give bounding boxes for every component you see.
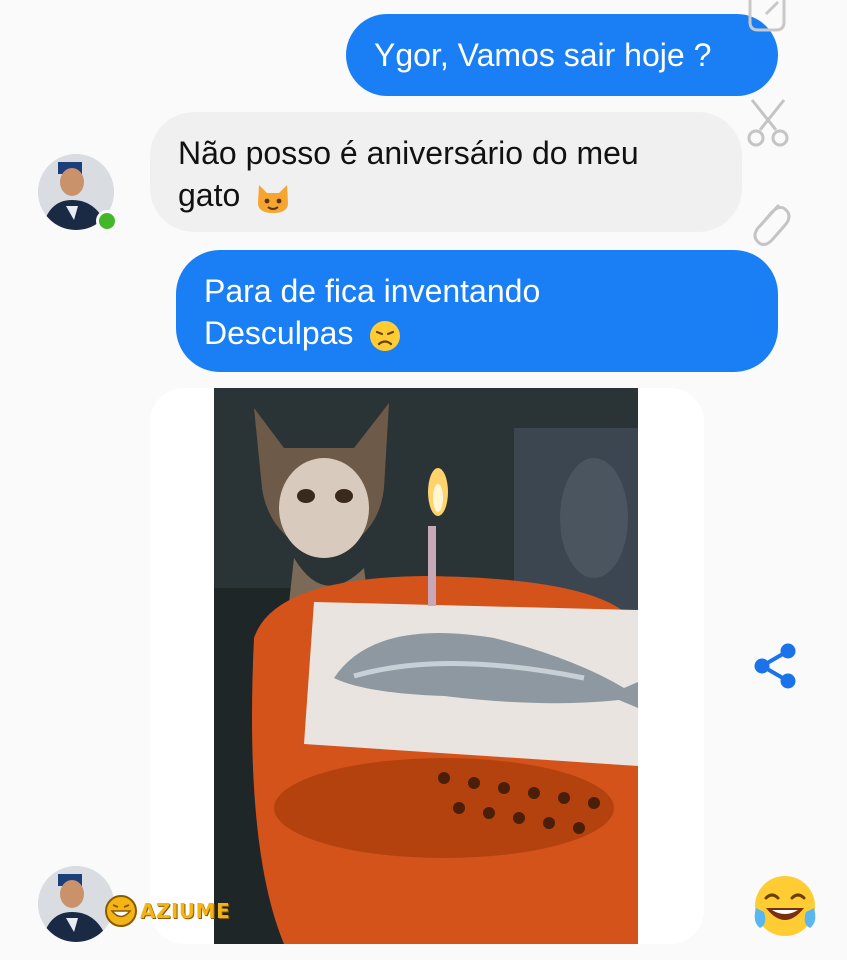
message-text-line-2: Desculpas: [204, 315, 354, 351]
edit-icon[interactable]: [744, 0, 790, 34]
outgoing-message-bubble[interactable]: Para de fica inventando Desculpas: [176, 250, 778, 372]
paperclip-icon[interactable]: [746, 198, 792, 252]
cat-birthday-photo: [214, 388, 638, 944]
message-text-line-2: gato: [178, 177, 241, 213]
message-text-line-1: Não posso é aniversário do meu: [178, 135, 639, 171]
share-icon[interactable]: [752, 642, 798, 690]
grinning-logo-icon: [105, 895, 137, 927]
incoming-message-bubble[interactable]: Não posso é aniversário do meu gato: [150, 112, 742, 232]
contact-avatar[interactable]: [38, 866, 114, 942]
laughing-emoji[interactable]: [750, 874, 820, 940]
image-attachment[interactable]: [150, 388, 704, 944]
outgoing-message-bubble[interactable]: Ygor, Vamos sair hoje ?: [346, 14, 778, 96]
watermark: AZIUME: [104, 894, 230, 928]
sad-face-emoji: [370, 320, 401, 351]
message-text: Ygor, Vamos sair hoje ?: [374, 37, 712, 73]
message-text-line-1: Para de fica inventando: [204, 273, 541, 309]
scissors-icon[interactable]: [744, 96, 792, 148]
online-status-indicator: [96, 210, 118, 232]
cat-face-emoji: [258, 184, 289, 213]
watermark-text: AZIUME: [140, 899, 231, 923]
